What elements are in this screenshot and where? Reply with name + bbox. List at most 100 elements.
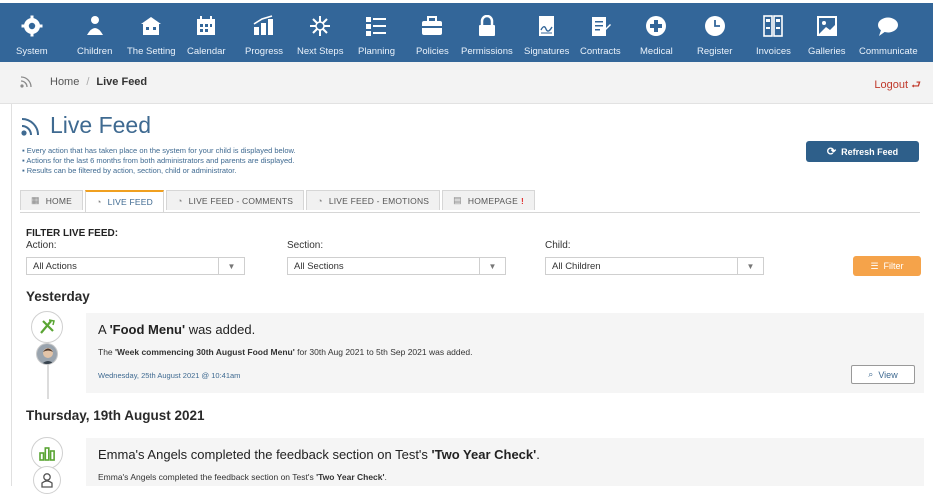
breadcrumb-separator: /: [86, 76, 90, 88]
nav-label: Invoices: [756, 46, 791, 57]
nav-item-children[interactable]: Children: [77, 8, 112, 64]
table-icon: ▦: [31, 195, 40, 205]
nav-item-system[interactable]: System: [16, 8, 48, 64]
section-filter-label: Section:: [287, 240, 324, 251]
chat-icon: [874, 12, 902, 40]
avatar: [36, 343, 58, 365]
gallery-icon: [813, 12, 841, 40]
warning-badge: !: [520, 195, 525, 206]
nav-label: Calendar: [187, 46, 226, 57]
rss-icon: [20, 76, 32, 88]
document-edit-icon: [586, 12, 614, 40]
page-title-text: Live Feed: [50, 112, 152, 138]
nav-label: System: [16, 46, 48, 57]
nav-item-register[interactable]: Register: [697, 8, 732, 64]
breadcrumb-home-link[interactable]: Home: [50, 76, 79, 88]
view-button[interactable]: ⌕ View: [851, 365, 915, 384]
lock-icon: [473, 12, 501, 40]
tab-live-feed-comments[interactable]: ◔ LIVE FEED - COMMENTS: [165, 190, 305, 210]
nav-item-permissions[interactable]: Permissions: [461, 8, 513, 64]
nav-label: Children: [77, 46, 113, 57]
tab-home[interactable]: ▦ HOME: [20, 190, 84, 210]
nav-label: Planning: [358, 46, 395, 57]
clock-icon: [701, 12, 729, 40]
feed-card: Emma's Angels completed the feedback sec…: [86, 438, 924, 486]
feed-card-date: Wednesday, 25th August 2021 @ 10:41am: [98, 371, 241, 380]
children-icon: [81, 12, 109, 40]
info-notes: Every action that has taken place on the…: [22, 146, 296, 176]
medical-cross-icon: [642, 12, 670, 40]
filter-button-label: Filter: [883, 261, 904, 271]
nav-label: Communicate: [859, 46, 918, 57]
briefcase-icon: [418, 12, 446, 40]
planning-list-icon: [362, 12, 390, 40]
page-title: Live Feed: [20, 112, 151, 139]
nav-item-the-setting[interactable]: The Setting: [127, 8, 176, 64]
action-select-value: All Actions: [33, 260, 77, 272]
nav-item-progress[interactable]: Progress: [245, 8, 283, 64]
breadcrumb: Home / Live Feed: [20, 76, 147, 88]
next-steps-icon: [306, 12, 334, 40]
nav-item-next-steps[interactable]: Next Steps: [297, 8, 343, 64]
filter-icon: ☰: [870, 260, 879, 271]
tab-label: LIVE FEED: [107, 197, 153, 207]
main-content: Live Feed Every action that has taken pl…: [11, 104, 933, 494]
action-filter-label: Action:: [26, 240, 57, 251]
nav-item-policies[interactable]: Policies: [416, 8, 449, 64]
nav-label: Medical: [640, 46, 673, 57]
chevron-down-icon: ▼: [479, 258, 505, 274]
refresh-icon: ⟳: [826, 146, 837, 158]
rss-icon: ◔: [176, 195, 183, 206]
nav-item-galleries[interactable]: Galleries: [808, 8, 846, 64]
action-select[interactable]: All Actions ▼: [26, 257, 245, 275]
nav-label: Progress: [245, 46, 284, 57]
section-select[interactable]: All Sections ▼: [287, 257, 506, 275]
rss-icon: ◔: [96, 197, 102, 207]
logout-label: Logout: [874, 79, 909, 91]
tab-divider: [20, 212, 920, 213]
nav-label: Permissions: [461, 46, 513, 57]
nav-item-contracts[interactable]: Contracts: [580, 8, 621, 64]
child-select[interactable]: All Children ▼: [545, 257, 764, 275]
nav-item-invoices[interactable]: Invoices: [756, 8, 791, 64]
info-note: Results can be filtered by action, secti…: [22, 166, 296, 176]
nav-item-signatures[interactable]: Signatures: [524, 8, 569, 64]
tab-homepage[interactable]: ▤ HOMEPAGE !: [442, 190, 536, 210]
breadcrumb-bar: Home / Live Feed Logout ⮐: [0, 62, 933, 104]
document-icon: ▤: [453, 195, 462, 205]
day-heading: Thursday, 19th August 2021: [26, 408, 205, 423]
signature-icon: [533, 12, 561, 40]
nav-item-medical[interactable]: Medical: [640, 8, 673, 64]
nav-label: Galleries: [808, 46, 846, 57]
nav-label: Next Steps: [297, 46, 344, 57]
cutlery-icon: [31, 311, 63, 343]
nav-label: Signatures: [524, 46, 570, 57]
tab-live-feed[interactable]: ◔ LIVE FEED: [85, 190, 164, 212]
nav-item-communicate[interactable]: Communicate: [859, 8, 918, 64]
feed-card: A 'Food Menu' was added. The 'Week comme…: [86, 313, 924, 393]
feed-card-title: Emma's Angels completed the feedback sec…: [98, 447, 540, 462]
nav-item-calendar[interactable]: Calendar: [187, 8, 226, 64]
gear-icon: [18, 12, 46, 40]
info-note: Actions for the last 6 months from both …: [22, 156, 296, 166]
refresh-feed-button[interactable]: ⟳ Refresh Feed: [806, 141, 919, 162]
tab-label: HOME: [45, 195, 73, 206]
tab-bar: ▦ HOME ◔ LIVE FEED ◔ LIVE FEED - COMMENT…: [20, 190, 537, 214]
logout-link[interactable]: Logout ⮐: [874, 76, 921, 95]
tab-live-feed-emotions[interactable]: ◔ LIVE FEED - EMOTIONS: [306, 190, 441, 210]
nav-label: Policies: [416, 46, 449, 57]
nav-label: The Setting: [127, 46, 176, 57]
section-select-value: All Sections: [294, 260, 344, 272]
nav-item-planning[interactable]: Planning: [358, 8, 395, 64]
tab-label: HOMEPAGE: [467, 195, 518, 206]
day-heading: Yesterday: [26, 289, 90, 304]
breadcrumb-current: Live Feed: [96, 76, 148, 88]
top-navigation-bar: System Children The Setting Calendar Pro…: [0, 0, 933, 62]
filter-heading: FILTER LIVE FEED:: [26, 228, 119, 239]
child-select-value: All Children: [552, 260, 601, 272]
progress-chart-icon: [250, 12, 278, 40]
nav-label: Register: [697, 46, 733, 57]
tab-label: LIVE FEED - EMOTIONS: [328, 195, 430, 206]
filter-button[interactable]: ☰ Filter: [853, 256, 921, 276]
refresh-feed-label: Refresh Feed: [841, 146, 899, 157]
